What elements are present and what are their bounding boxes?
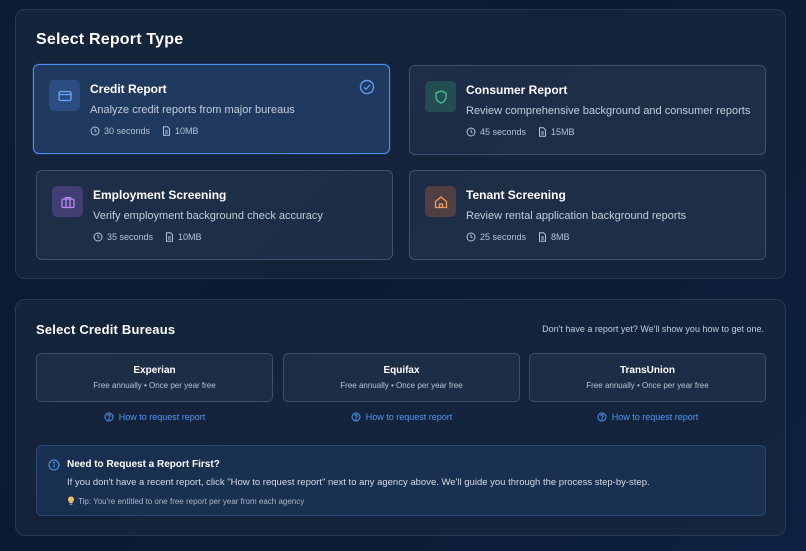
report-card-desc: Verify employment background check accur… (93, 210, 323, 222)
bureau-sub: Free annually • Once per year free (93, 381, 216, 390)
clock-icon (90, 126, 100, 136)
credit-bureau-subtitle: Don't have a report yet? We'll show you … (542, 324, 764, 334)
report-size: 10MB (175, 126, 199, 136)
report-card-title: Consumer Report (466, 83, 568, 97)
bureau-name: TransUnion (619, 365, 675, 376)
report-time: 30 seconds (104, 126, 151, 136)
how-to-request-label: How to request report (118, 412, 206, 422)
report-card-tenant[interactable]: Tenant Screening Review rental applicati… (409, 170, 766, 260)
credit-card-icon (49, 80, 80, 111)
how-to-request-link-transunion[interactable]: How to request report (529, 412, 766, 422)
report-card-meta: 35 seconds 10MB (93, 232, 214, 242)
bureau-card-transunion[interactable]: TransUnion Free annually • Once per year… (529, 353, 766, 402)
bureau-name: Experian (133, 365, 176, 376)
report-card-desc: Review comprehensive background and cons… (466, 105, 751, 117)
selected-check-icon (359, 79, 375, 100)
help-circle-icon (104, 412, 114, 422)
notice-body: If you don't have a recent report, click… (67, 477, 650, 488)
bureau-name: Equifax (383, 365, 420, 376)
how-to-request-link-experian[interactable]: How to request report (36, 412, 273, 422)
bureau-sub: Free annually • Once per year free (340, 381, 463, 390)
help-circle-icon (351, 412, 361, 422)
how-to-request-label: How to request report (611, 412, 699, 422)
report-card-meta: 30 seconds 10MB (90, 126, 211, 136)
home-icon (425, 186, 456, 217)
report-type-title: Select Report Type (36, 31, 184, 48)
report-card-title: Credit Report (90, 82, 167, 96)
report-card-title: Employment Screening (93, 188, 227, 202)
report-card-consumer[interactable]: Consumer Report Review comprehensive bac… (409, 65, 766, 155)
clock-icon (93, 232, 103, 242)
help-circle-icon (597, 412, 607, 422)
report-card-employment[interactable]: Employment Screening Verify employment b… (36, 170, 393, 260)
briefcase-icon (52, 186, 83, 217)
bureau-card-experian[interactable]: Experian Free annually • Once per year f… (36, 353, 273, 402)
report-time: 35 seconds (107, 232, 154, 242)
how-to-request-link-equifax[interactable]: How to request report (283, 412, 520, 422)
file-icon (539, 232, 547, 242)
info-icon (48, 458, 60, 476)
report-size: 8MB (551, 232, 570, 242)
notice-title: Need to Request a Report First? (67, 459, 220, 470)
report-card-meta: 45 seconds 15MB (466, 127, 587, 137)
shield-icon (425, 81, 456, 112)
clock-icon (466, 127, 476, 137)
notice-tip-text: Tip: You're entitled to one free report … (78, 496, 305, 506)
report-size: 10MB (178, 232, 202, 242)
report-card-title: Tenant Screening (466, 188, 566, 202)
notice-tip: Tip: You're entitled to one free report … (67, 496, 304, 506)
report-card-desc: Analyze credit reports from major bureau… (90, 104, 295, 116)
report-time: 45 seconds (480, 127, 527, 137)
clock-icon (466, 232, 476, 242)
report-size: 15MB (551, 127, 575, 137)
report-card-credit[interactable]: Credit Report Analyze credit reports fro… (33, 64, 390, 154)
credit-bureau-title: Select Credit Bureaus (36, 322, 176, 337)
report-type-panel: Select Report Type Credit Report Analyze… (15, 9, 786, 279)
report-card-meta: 25 seconds 8MB (466, 232, 582, 242)
report-time: 25 seconds (480, 232, 527, 242)
how-to-request-label: How to request report (365, 412, 453, 422)
report-card-desc: Review rental application background rep… (466, 210, 687, 222)
request-report-notice: Need to Request a Report First? If you d… (36, 445, 766, 516)
file-icon (163, 126, 171, 136)
file-icon (539, 127, 547, 137)
file-icon (166, 232, 174, 242)
lightbulb-icon (68, 496, 74, 505)
bureau-card-equifax[interactable]: Equifax Free annually • Once per year fr… (283, 353, 520, 402)
credit-bureau-panel: Select Credit Bureaus Don't have a repor… (15, 299, 786, 536)
bureau-sub: Free annually • Once per year free (586, 381, 709, 390)
